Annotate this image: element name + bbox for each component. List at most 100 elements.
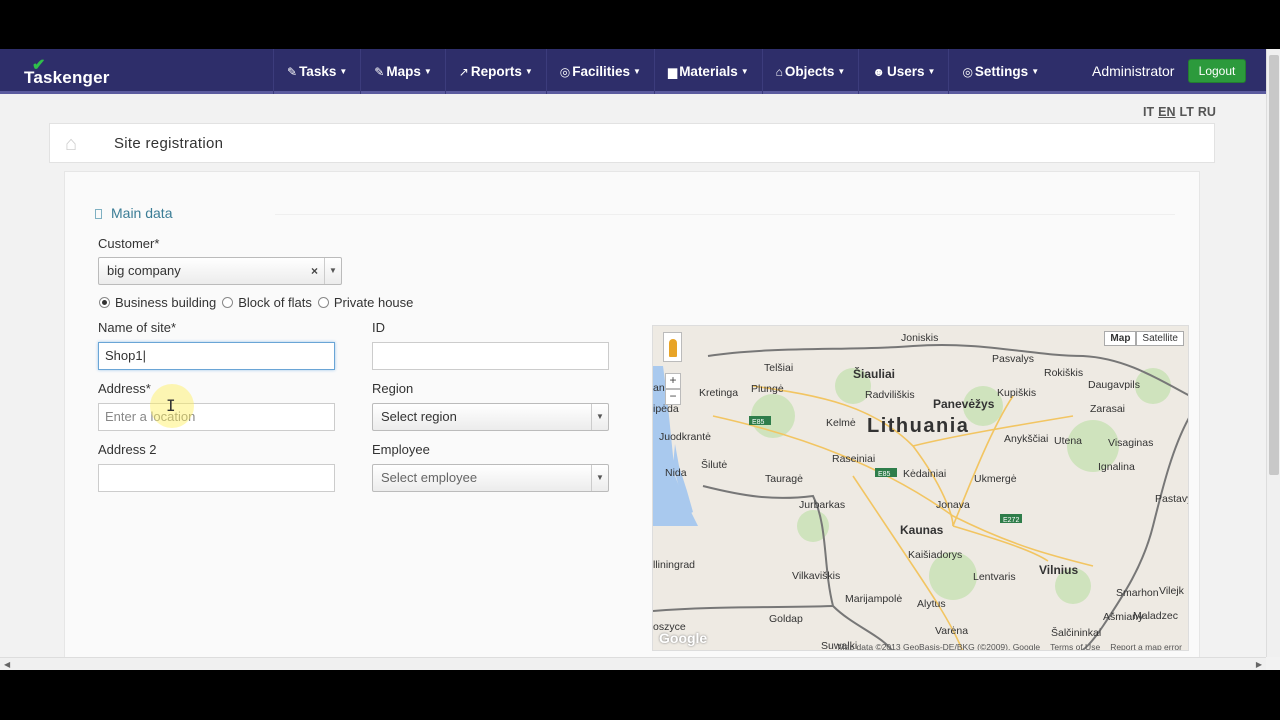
radio-icon[interactable]	[99, 297, 110, 308]
map-city-label: Telšiai	[764, 362, 793, 374]
region-select[interactable]: Select region ▼	[372, 403, 609, 431]
nav-label: Maps	[386, 64, 421, 79]
chevron-down-icon[interactable]: ▼	[591, 465, 608, 491]
id-input[interactable]	[372, 342, 609, 370]
map-city-label: Maladzec	[1133, 610, 1178, 622]
map-city-label: Plungė	[751, 383, 784, 395]
map-city-label: Raseiniai	[832, 453, 875, 465]
scroll-right-icon[interactable]: ▶	[1256, 660, 1262, 669]
horizontal-scrollbar[interactable]: ◀ ▶	[0, 657, 1266, 670]
map-type-map[interactable]: Map	[1104, 331, 1137, 346]
language-it[interactable]: IT	[1143, 105, 1154, 119]
map-city-label: Vilkaviškis	[792, 570, 840, 582]
map-footer-item: Map data ©2013 GeoBasis-DE/BKG (©2009), …	[837, 642, 1041, 651]
map-type-control: Map Satellite	[1104, 331, 1184, 346]
map-city-label: Jurbarkas	[799, 499, 845, 511]
customer-label: Customer*	[98, 236, 160, 251]
caret-down-icon: ▼	[1031, 67, 1040, 76]
nav-tasks[interactable]: ✎ Tasks ▼	[273, 49, 360, 94]
map-footer: Map data ©2013 GeoBasis-DE/BKG (©2009), …	[837, 642, 1182, 651]
section-heading[interactable]: Main data	[95, 205, 172, 221]
nav-reports[interactable]: ↗ Reports ▼	[444, 49, 546, 94]
nav-label: Settings	[974, 64, 1029, 79]
map-city-label: Goldap	[769, 613, 803, 625]
map-city-label: Kupiškis	[997, 387, 1036, 399]
nav-label: Users	[886, 64, 925, 79]
language-en[interactable]: EN	[1158, 105, 1175, 119]
address2-label: Address 2	[98, 442, 157, 457]
brand-logo[interactable]: ✔ Taskenger	[24, 55, 114, 87]
radio-label: Block of flats	[238, 295, 312, 310]
map-city-label: Ukmergė	[974, 473, 1017, 485]
map-widget[interactable]: Lithuania Joniskis Pasvalys Telšiai Šiaulia…	[652, 325, 1189, 651]
map-type-satellite[interactable]: Satellite	[1136, 331, 1184, 346]
radio-icon[interactable]	[317, 297, 329, 308]
map-city-label: Visaginas	[1108, 437, 1153, 449]
customer-select[interactable]: big company × ▼	[98, 257, 342, 285]
zoom-out-button[interactable]: −	[665, 389, 681, 405]
map-city-label: Varėna	[935, 625, 968, 637]
radio-building-type[interactable]: Business building	[99, 295, 216, 310]
map-footer-item[interactable]: Terms of Use	[1050, 642, 1100, 650]
map-city-label: Panevėžys	[933, 397, 995, 411]
map-city-label: Pastavy	[1155, 493, 1189, 505]
address-input[interactable]: Enter a location	[98, 403, 335, 431]
home-icon[interactable]: ⌂	[65, 134, 87, 154]
scroll-left-icon[interactable]: ◀	[4, 660, 10, 669]
language-ru[interactable]: RU	[1198, 105, 1216, 119]
current-user[interactable]: Administrator	[1092, 63, 1174, 79]
logout-button[interactable]: Logout	[1188, 59, 1246, 83]
caret-down-icon: ▼	[927, 67, 936, 76]
map-city-label: Lentvaris	[973, 571, 1016, 583]
radio-building-type[interactable]: Block of flats	[222, 295, 312, 310]
street-view-pegman[interactable]	[663, 332, 682, 362]
address2-input[interactable]	[98, 464, 335, 492]
region-label: Region	[372, 381, 414, 396]
id-label: ID	[372, 320, 385, 335]
radio-icon[interactable]	[222, 297, 234, 308]
nav-facilities[interactable]: ◎ Facilities ▼	[545, 49, 654, 94]
nav-settings[interactable]: ◎ Settings ▼	[948, 49, 1052, 94]
map-city-label: Vilejk	[1159, 585, 1185, 597]
nav-objects[interactable]: ⌂ Objects ▼	[761, 49, 859, 94]
nav-materials[interactable]: ▆ Materials ▼	[653, 49, 762, 94]
map-city-label: Radviliškis	[865, 389, 915, 401]
map-city-label: Kretinga	[699, 387, 738, 399]
caret-down-icon: ▼	[524, 67, 533, 76]
map-city-label: an	[653, 382, 665, 394]
circle-icon: ◎	[559, 64, 571, 79]
map-canvas[interactable]: Lithuania Joniskis Pasvalys Telšiai Šiaulia…	[653, 326, 1189, 651]
main-menu: ✎ Tasks ▼ ✎ Maps ▼ ↗ Reports ▼ ◎ Facilities ▼ ▆ Mater…	[273, 49, 1052, 94]
map-city-label: Marijampolė	[845, 593, 902, 605]
clear-icon[interactable]: ×	[311, 258, 318, 284]
users-icon: ☻	[872, 64, 885, 79]
zoom-in-button[interactable]: +	[665, 373, 681, 389]
edit-icon: ✎	[287, 64, 298, 79]
site-name-input[interactable]: Shop1|	[98, 342, 335, 370]
road-shield-label: E85	[752, 419, 765, 426]
radio-building-type[interactable]: Private house	[317, 295, 413, 310]
chevron-down-icon[interactable]: ▼	[324, 258, 341, 284]
language-switcher: IT EN LT RU	[1143, 105, 1220, 119]
nav-label: Tasks	[299, 64, 337, 79]
document-icon	[95, 209, 102, 219]
vertical-scrollbar[interactable]	[1266, 49, 1280, 657]
map-city-label: Juodkrantė	[659, 431, 711, 443]
language-lt[interactable]: LT	[1179, 105, 1193, 119]
radio-label: Business building	[115, 295, 217, 310]
nav-users[interactable]: ☻ Users ▼	[858, 49, 948, 94]
employee-label: Employee	[372, 442, 430, 457]
nav-maps[interactable]: ✎ Maps ▼	[360, 49, 445, 94]
scroll-thumb[interactable]	[1269, 55, 1279, 475]
road-shield-label: E85	[878, 471, 891, 478]
employee-select[interactable]: Select employee ▼	[372, 464, 609, 492]
map-city-label: Rokiškis	[1044, 367, 1083, 379]
nav-label: Reports	[470, 64, 522, 79]
map-city-label: Ignalina	[1098, 461, 1135, 473]
chart-icon: ↗	[458, 64, 469, 79]
nav-label: Facilities	[572, 64, 631, 79]
map-city-label: Kelmė	[826, 417, 856, 429]
address-label: Address*	[98, 381, 151, 396]
map-footer-item[interactable]: Report a map error	[1110, 642, 1182, 650]
chevron-down-icon[interactable]: ▼	[591, 404, 608, 430]
